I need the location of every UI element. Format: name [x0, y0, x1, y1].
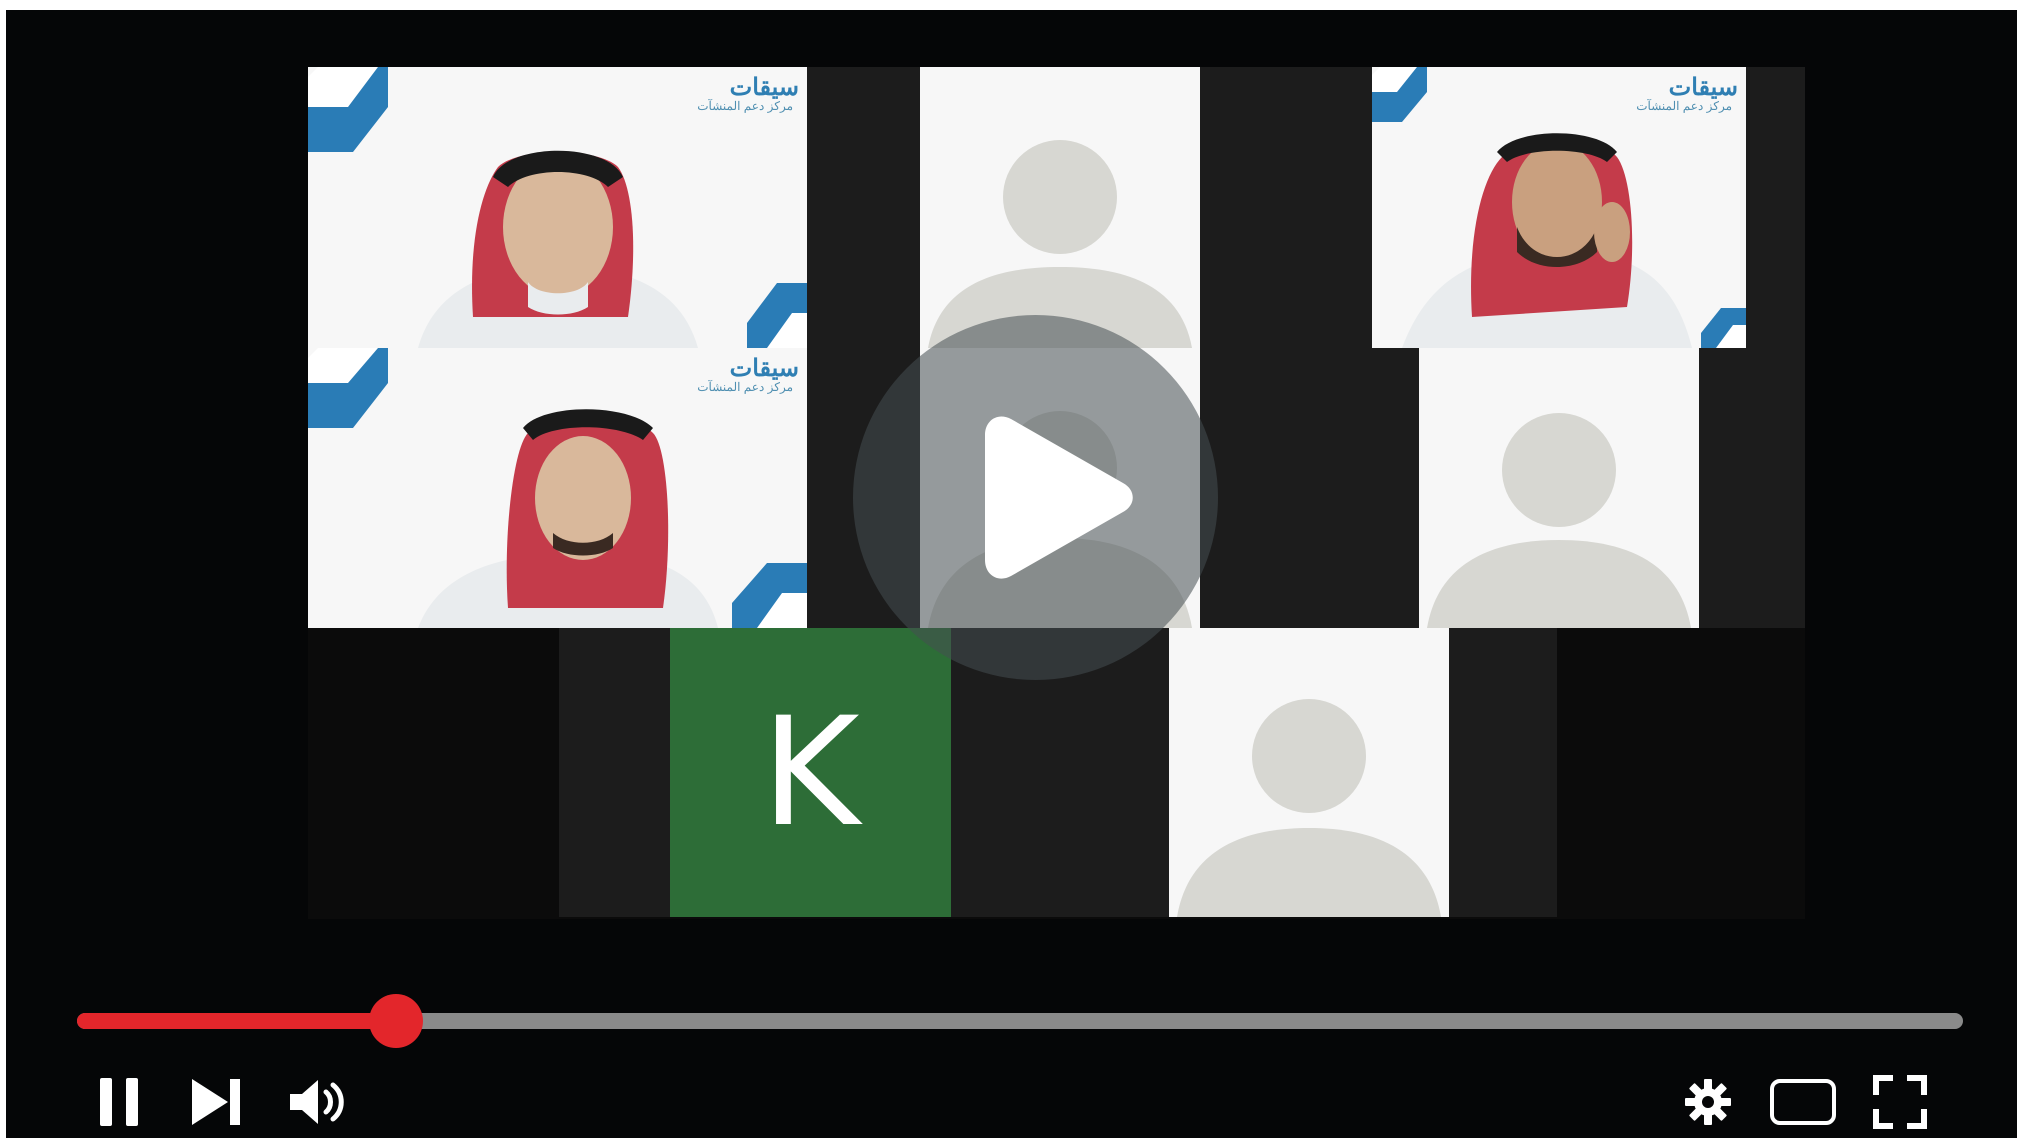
- next-icon: [192, 1079, 240, 1125]
- play-overlay-button[interactable]: [853, 315, 1218, 680]
- participant-tile-row3-left: [559, 628, 670, 917]
- participant-tile-row2-edge: [1699, 348, 1805, 628]
- participant-tile-row2-gap2: [1200, 348, 1419, 628]
- volume-button[interactable]: [286, 1070, 350, 1134]
- theater-mode-icon: [1770, 1079, 1836, 1125]
- volume-icon: [290, 1080, 344, 1124]
- participant-placeholder-middle-right: [1419, 348, 1699, 628]
- participant-video-top-left: سيقات مركز دعم المنشآت: [308, 67, 807, 348]
- speaker-figure-icon: [418, 150, 698, 348]
- progress-played: [77, 1013, 396, 1029]
- settings-button[interactable]: [1676, 1070, 1740, 1134]
- participant-tile-edge: [1746, 67, 1805, 348]
- video-frame[interactable]: سيقات مركز دعم المنشآت سيقات مركز دعم ال…: [6, 10, 2017, 970]
- theater-mode-button[interactable]: [1766, 1070, 1840, 1134]
- participant-tile-gap: [1200, 67, 1372, 348]
- avatar-placeholder-icon: [1427, 413, 1691, 628]
- pause-button[interactable]: [88, 1070, 152, 1134]
- play-icon: [985, 416, 1133, 579]
- avatar-placeholder-icon: [928, 140, 1192, 348]
- settings-gear-icon: [1685, 1079, 1731, 1125]
- fullscreen-button[interactable]: [1868, 1070, 1932, 1134]
- progress-scrubber-handle[interactable]: [368, 994, 423, 1048]
- next-button[interactable]: [184, 1070, 248, 1134]
- participant-video-bottom-left: سيقات مركز دعم المنشآت: [308, 348, 807, 628]
- participant-tile-row3-right: [1449, 628, 1557, 917]
- participant-video-top-right: سيقات مركز دعم المنشآت: [1372, 67, 1746, 348]
- pause-icon: [100, 1078, 138, 1126]
- speaker-figure-icon: [418, 409, 718, 628]
- video-player[interactable]: سيقات مركز دعم المنشآت سيقات مركز دعم ال…: [6, 10, 2017, 1138]
- fullscreen-icon: [1873, 1075, 1927, 1129]
- speaker-figure-icon: [1402, 133, 1692, 348]
- progress-bar[interactable]: [77, 994, 1963, 1048]
- participant-placeholder-top-middle: [920, 67, 1200, 348]
- participant-tile-top-middle: [807, 67, 920, 348]
